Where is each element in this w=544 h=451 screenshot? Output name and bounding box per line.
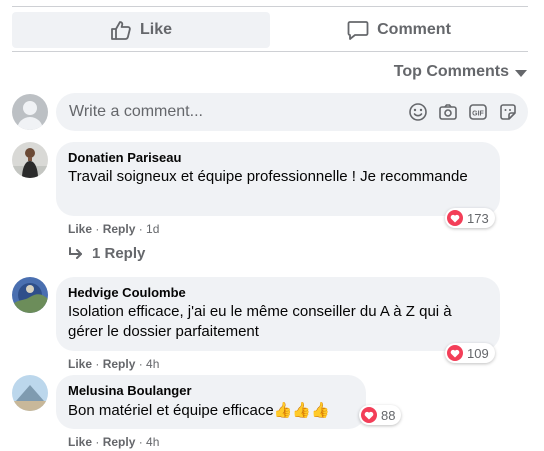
like-button-label: Like (139, 21, 172, 38)
comment-timestamp[interactable]: 4h (146, 435, 159, 449)
comment-text: Isolation efficace, j'ai eu le même cons… (68, 303, 452, 340)
current-user-avatar (12, 94, 48, 130)
comment-like-link[interactable]: Like (68, 222, 92, 236)
avatar[interactable] (12, 142, 48, 178)
comment-timestamp[interactable]: 1d (146, 222, 159, 236)
top-divider (12, 6, 528, 7)
heart-reaction-icon (447, 345, 463, 361)
heart-reaction-icon (447, 210, 463, 226)
comment-bubble: Hedvige Coulombe Isolation efficace, j'a… (56, 277, 500, 351)
comment-button[interactable]: Comment (270, 12, 528, 48)
like-button[interactable]: Like (12, 12, 270, 48)
comment-meta: Like · Reply · 1d (68, 222, 160, 236)
thumbs-up-icon (111, 21, 131, 40)
camera-icon[interactable] (438, 102, 458, 122)
action-bar-divider (12, 51, 528, 52)
comment-reply-link[interactable]: Reply (103, 435, 136, 449)
reaction-count: 173 (467, 210, 489, 226)
reaction-summary[interactable]: 173 (445, 208, 495, 228)
caret-down-icon (515, 69, 527, 77)
comment-text-body: Bon matériel et équipe efficace (68, 402, 274, 419)
comment-bubble: Donatien Pariseau Travail soigneux et éq… (56, 142, 500, 216)
thumbs-up-emoji: 👍👍👍 (273, 401, 330, 419)
comment-text: Bon matériel et équipe efficace👍👍👍 (68, 400, 354, 421)
svg-text:GIF: GIF (472, 111, 484, 118)
comment-reply-link[interactable]: Reply (103, 222, 136, 236)
comment-timestamp[interactable]: 4h (146, 357, 159, 371)
emoji-icon[interactable] (408, 102, 428, 122)
comment-input[interactable] (69, 103, 369, 121)
comment-meta: Like · Reply · 4h (68, 357, 160, 371)
comment-like-link[interactable]: Like (68, 357, 92, 371)
comment-author[interactable]: Donatien Pariseau (68, 150, 488, 166)
comment-meta: Like · Reply · 4h (68, 435, 160, 449)
reaction-summary[interactable]: 88 (359, 405, 402, 425)
comment-composer: GIF (12, 93, 528, 131)
comment-author[interactable]: Melusina Boulanger (68, 383, 354, 399)
comment-reply-link[interactable]: Reply (103, 357, 136, 371)
reply-arrow-icon (69, 246, 82, 259)
composer-tools: GIF (408, 102, 518, 122)
replies-label: 1 Reply (92, 245, 146, 262)
avatar[interactable] (12, 375, 48, 411)
post-action-bar: Like Comment (12, 12, 528, 48)
reaction-count: 109 (467, 345, 489, 361)
sort-label: Top Comments (393, 63, 509, 80)
sticker-icon[interactable] (498, 102, 518, 122)
reaction-count: 88 (381, 407, 396, 423)
heart-reaction-icon (361, 407, 377, 423)
gif-icon[interactable]: GIF (468, 102, 488, 122)
comment-sort-dropdown[interactable]: Top Comments (394, 63, 527, 81)
reaction-summary[interactable]: 109 (445, 343, 495, 363)
comment-author[interactable]: Hedvige Coulombe (68, 285, 488, 301)
comment-text: Travail soigneux et équipe professionnel… (68, 168, 468, 185)
view-replies-link[interactable]: 1 Reply (68, 245, 145, 262)
comment-like-link[interactable]: Like (68, 435, 92, 449)
avatar[interactable] (12, 277, 48, 313)
speech-bubble-icon (347, 21, 369, 40)
comment-bubble: Melusina Boulanger Bon matériel et équip… (56, 375, 366, 429)
comment-button-label: Comment (377, 21, 451, 38)
